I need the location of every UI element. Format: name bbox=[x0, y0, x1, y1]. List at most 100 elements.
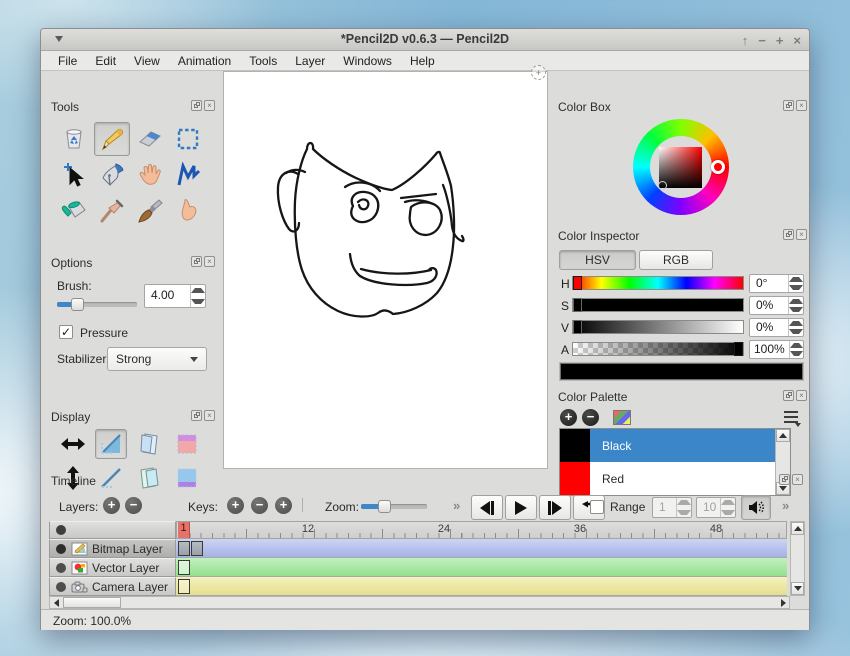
keyframe[interactable] bbox=[178, 579, 190, 594]
menu-windows[interactable]: Windows bbox=[334, 52, 401, 70]
alpha-slider-handle[interactable] bbox=[734, 342, 743, 356]
keyframe[interactable] bbox=[191, 541, 203, 556]
current-frame-marker[interactable]: 1 bbox=[178, 522, 190, 538]
value-slider[interactable] bbox=[572, 320, 744, 334]
layer-row-camera[interactable]: Camera Layer bbox=[49, 577, 176, 596]
scroll-up-icon[interactable] bbox=[776, 429, 790, 442]
color-palette-close-icon[interactable]: × bbox=[796, 390, 807, 401]
display-close-icon[interactable]: × bbox=[204, 410, 215, 421]
menu-file[interactable]: File bbox=[49, 52, 86, 70]
toolbar-overflow2-icon[interactable]: » bbox=[782, 498, 789, 513]
sound-button[interactable] bbox=[741, 495, 771, 520]
timeline-zoom-slider[interactable] bbox=[361, 504, 427, 509]
layer-row-vector[interactable]: Vector Layer bbox=[49, 558, 176, 577]
tool-eyedropper-button[interactable] bbox=[94, 194, 130, 228]
next-frame-button[interactable] bbox=[539, 495, 571, 520]
toolbar-overflow-icon[interactable]: » bbox=[453, 498, 460, 513]
keyframe[interactable] bbox=[178, 560, 190, 575]
vector-track[interactable] bbox=[176, 558, 787, 577]
frame-ruler[interactable]: 1 12 24 36 48 bbox=[176, 521, 787, 539]
options-close-icon[interactable]: × bbox=[204, 256, 215, 267]
play-button[interactable] bbox=[505, 495, 537, 520]
layer-row-bitmap[interactable]: Bitmap Layer bbox=[49, 539, 176, 558]
tool-smudge-button[interactable] bbox=[170, 194, 206, 228]
menu-tools[interactable]: Tools bbox=[240, 52, 286, 70]
brush-size-spinbox[interactable]: 4.00 bbox=[144, 284, 206, 308]
tool-pen-button[interactable] bbox=[94, 158, 130, 192]
prev-frame-button[interactable] bbox=[471, 495, 503, 520]
brush-size-down-icon[interactable] bbox=[191, 296, 205, 307]
camera-track[interactable] bbox=[176, 577, 787, 596]
palette-format-icon[interactable] bbox=[613, 410, 631, 425]
options-float-icon[interactable] bbox=[191, 256, 202, 267]
hue-slider-handle[interactable] bbox=[573, 276, 582, 290]
hscroll-thumb[interactable] bbox=[63, 597, 121, 608]
timeline-close-icon[interactable]: × bbox=[792, 474, 803, 485]
brush-size-slider-handle[interactable] bbox=[71, 298, 84, 311]
tool-move-button[interactable] bbox=[56, 158, 92, 192]
menu-help[interactable]: Help bbox=[401, 52, 444, 70]
display-float-icon[interactable] bbox=[191, 410, 202, 421]
menu-edit[interactable]: Edit bbox=[86, 52, 125, 70]
tools-float-icon[interactable] bbox=[191, 100, 202, 111]
color-inspector-close-icon[interactable]: × bbox=[796, 229, 807, 240]
visibility-all-icon[interactable] bbox=[56, 525, 66, 535]
color-box-close-icon[interactable]: × bbox=[796, 100, 807, 111]
timeline-zoom-handle[interactable] bbox=[378, 500, 391, 513]
shade-button[interactable]: ↑ bbox=[742, 33, 749, 48]
timeline-hscrollbar[interactable] bbox=[49, 596, 790, 609]
maximize-button[interactable]: + bbox=[776, 33, 784, 48]
remove-color-button[interactable]: − bbox=[582, 409, 599, 426]
hue-ring-selector[interactable] bbox=[711, 160, 725, 174]
pressure-checkbox[interactable]: ✓ bbox=[59, 325, 73, 339]
scroll-left-icon[interactable] bbox=[50, 597, 62, 608]
layer-toggle-all[interactable] bbox=[49, 521, 176, 539]
tool-eraser-button[interactable] bbox=[132, 122, 168, 156]
timeline-float-icon[interactable] bbox=[779, 474, 790, 485]
mirror-horizontal-button[interactable] bbox=[57, 429, 89, 459]
tool-clear-button[interactable] bbox=[56, 122, 92, 156]
hue-slider[interactable] bbox=[572, 276, 744, 290]
value-slider-handle[interactable] bbox=[573, 320, 582, 334]
range-start-spinbox[interactable]: 1 bbox=[652, 497, 692, 518]
drawing-canvas[interactable] bbox=[223, 71, 548, 469]
hue-spinbox[interactable]: 0° bbox=[749, 274, 804, 293]
tool-select-button[interactable] bbox=[170, 122, 206, 156]
menu-layer[interactable]: Layer bbox=[286, 52, 334, 70]
add-layer-button[interactable]: + bbox=[103, 497, 120, 514]
visibility-icon[interactable] bbox=[56, 544, 66, 554]
alpha-slider[interactable] bbox=[572, 342, 744, 356]
visibility-icon[interactable] bbox=[56, 563, 66, 573]
onion-prev-button[interactable] bbox=[133, 429, 165, 459]
sv-selector[interactable] bbox=[658, 181, 667, 190]
tool-brush-button[interactable] bbox=[132, 194, 168, 228]
palette-item-black[interactable]: Black bbox=[560, 429, 790, 462]
onion-prev-color-button[interactable] bbox=[171, 429, 203, 459]
saturation-slider-handle[interactable] bbox=[573, 298, 582, 312]
saturation-spinbox[interactable]: 0% bbox=[749, 296, 804, 315]
menu-animation[interactable]: Animation bbox=[169, 52, 240, 70]
angle-45-button[interactable] bbox=[95, 429, 127, 459]
remove-layer-button[interactable]: − bbox=[125, 497, 142, 514]
tools-close-icon[interactable]: × bbox=[204, 100, 215, 111]
brush-size-up-icon[interactable] bbox=[191, 285, 205, 296]
tool-paint-bucket-button[interactable] bbox=[56, 194, 92, 228]
brush-size-slider[interactable] bbox=[57, 302, 137, 307]
scroll-up-icon[interactable] bbox=[791, 522, 804, 535]
tab-hsv[interactable]: HSV bbox=[559, 250, 636, 270]
range-end-spinbox[interactable]: 10 bbox=[696, 497, 736, 518]
stabilizer-combobox[interactable]: Strong bbox=[107, 347, 207, 371]
add-color-button[interactable]: + bbox=[560, 409, 577, 426]
scroll-down-icon[interactable] bbox=[791, 582, 804, 595]
value-spinbox[interactable]: 0% bbox=[749, 318, 804, 337]
color-inspector-float-icon[interactable] bbox=[783, 229, 794, 240]
timeline-vscrollbar[interactable] bbox=[790, 521, 805, 596]
tool-polyline-button[interactable] bbox=[170, 158, 206, 192]
tool-hand-button[interactable] bbox=[132, 158, 168, 192]
color-wheel[interactable] bbox=[633, 119, 729, 215]
visibility-icon[interactable] bbox=[56, 582, 66, 592]
menu-view[interactable]: View bbox=[125, 52, 169, 70]
palette-menu-icon[interactable] bbox=[784, 411, 798, 423]
color-palette-float-icon[interactable] bbox=[783, 390, 794, 401]
minimize-button[interactable]: − bbox=[758, 33, 766, 48]
